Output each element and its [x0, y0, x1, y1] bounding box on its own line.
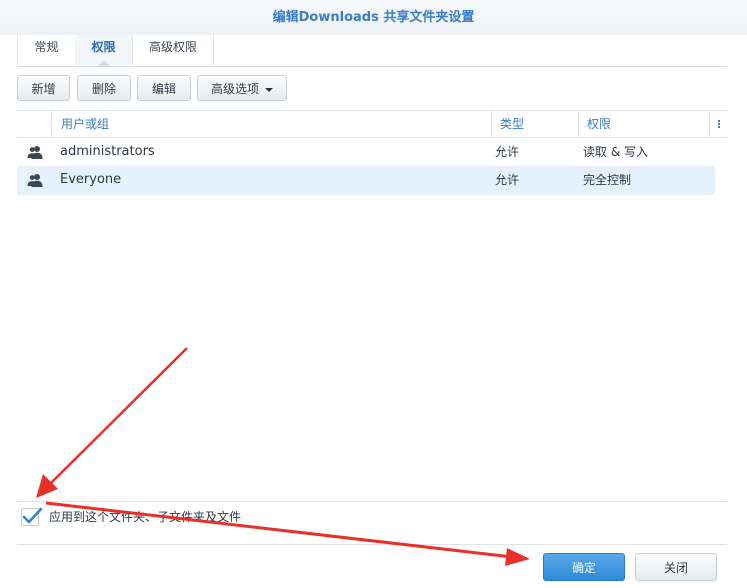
advanced-options-button[interactable]: 高级选项 [197, 75, 287, 101]
grid-header: 用户或组 类型 权限 [17, 111, 727, 138]
row-permission: 读取 & 写入 [583, 145, 648, 159]
row-type: 允许 [495, 173, 520, 187]
table-row[interactable]: administrators 允许 读取 & 写入 [17, 138, 715, 167]
window-titlebar: 编辑Downloads 共享文件夹设置 [0, 0, 747, 35]
footer-divider-bottom [17, 544, 727, 545]
ok-button[interactable]: 确定 [543, 553, 625, 581]
column-menu-icon[interactable] [709, 111, 728, 137]
row-user: Everyone [60, 172, 122, 187]
apply-checkbox-label[interactable]: 应用到这个文件夹、子文件夹及文件 [49, 508, 241, 526]
column-header-user[interactable]: 用户或组 [51, 111, 491, 137]
tab-permissions[interactable]: 权限 [75, 35, 133, 66]
chevron-down-icon [265, 87, 273, 92]
row-type: 允许 [495, 145, 520, 159]
window-title: 编辑Downloads 共享文件夹设置 [272, 10, 475, 25]
apply-checkbox[interactable] [21, 507, 43, 526]
tab-bar: 常规 权限 高级权限 [17, 35, 727, 67]
advanced-options-label: 高级选项 [210, 82, 259, 96]
delete-button[interactable]: 删除 [77, 75, 131, 101]
grid-header-icon-col [17, 111, 51, 137]
tab-general[interactable]: 常规 [17, 35, 76, 65]
checkmark-icon [22, 507, 43, 524]
user-group-icon [27, 174, 43, 187]
column-header-type[interactable]: 类型 [491, 111, 578, 137]
close-button[interactable]: 关闭 [635, 553, 717, 581]
user-group-icon [27, 146, 43, 159]
edit-button[interactable]: 编辑 [137, 75, 191, 101]
row-permission: 完全控制 [583, 173, 632, 187]
table-row[interactable]: Everyone 允许 完全控制 [17, 166, 715, 195]
row-user: administrators [60, 144, 155, 159]
tab-advanced-permissions[interactable]: 高级权限 [133, 35, 214, 65]
footer-divider-top [17, 501, 727, 502]
column-header-permission[interactable]: 权限 [578, 111, 709, 137]
add-button[interactable]: 新增 [17, 75, 70, 101]
permissions-grid: 用户或组 类型 权限 administrators 允许 读取 & 写入 Eve… [17, 110, 727, 503]
